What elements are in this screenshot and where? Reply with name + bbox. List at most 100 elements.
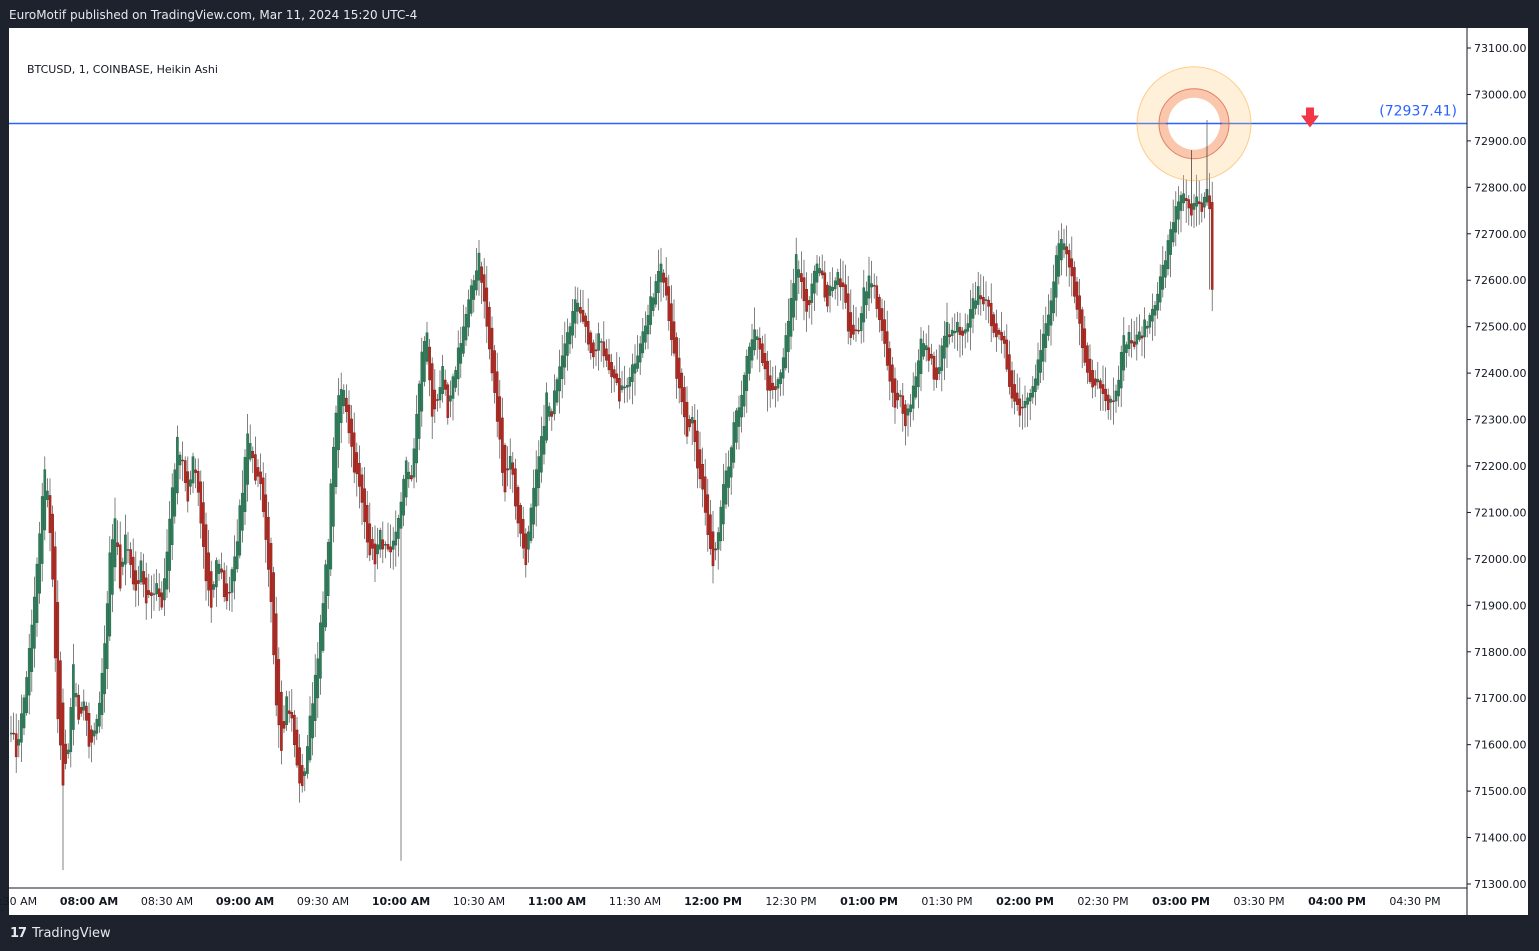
candle-down bbox=[433, 389, 437, 410]
candle-up bbox=[311, 703, 314, 739]
candle-down bbox=[1210, 202, 1214, 290]
candle-down bbox=[989, 303, 993, 327]
candle-up bbox=[750, 339, 754, 361]
candle-down bbox=[805, 289, 808, 312]
candle-up bbox=[532, 487, 535, 525]
candle-up bbox=[451, 376, 455, 399]
candle-up bbox=[644, 325, 647, 343]
candle-down bbox=[586, 321, 590, 345]
candle-down bbox=[363, 488, 366, 522]
candle-down bbox=[823, 272, 827, 298]
candle-up bbox=[722, 484, 725, 525]
candle-up bbox=[956, 321, 959, 333]
candle-up bbox=[248, 443, 252, 460]
price-tick-label: 71600.00 bbox=[1474, 739, 1527, 752]
candle-up bbox=[719, 506, 723, 542]
price-chart[interactable]: (72937.41) 73100.00 73000.00 72900.00 72800… bbox=[0, 0, 1539, 951]
candle-up bbox=[402, 478, 405, 516]
candle-up bbox=[1135, 334, 1139, 345]
candle-down bbox=[160, 592, 164, 608]
candle-up bbox=[781, 357, 785, 379]
candle-up bbox=[217, 563, 221, 574]
candle-down bbox=[948, 334, 951, 338]
candle-up bbox=[1182, 193, 1185, 204]
candle-up bbox=[173, 469, 177, 517]
time-tick-label: 03:00 PM bbox=[1152, 895, 1210, 908]
tradingview-logo[interactable]: 17 TradingView bbox=[10, 926, 111, 941]
tradingview-logo-icon: 17 bbox=[10, 926, 27, 941]
candle-down bbox=[880, 308, 884, 331]
footer-bar: 17 TradingView bbox=[0, 915, 1539, 951]
candle-down bbox=[883, 319, 886, 344]
candle-up bbox=[599, 341, 603, 343]
candle-up bbox=[828, 285, 832, 296]
candle-down bbox=[181, 459, 184, 462]
candle-down bbox=[53, 546, 57, 659]
candle-down bbox=[261, 477, 265, 512]
arrow-down-icon[interactable] bbox=[1301, 107, 1319, 128]
candle-up bbox=[178, 454, 182, 466]
candle-down bbox=[1067, 250, 1071, 268]
candle-up bbox=[1151, 308, 1154, 322]
candle-up bbox=[620, 385, 624, 390]
candle-down bbox=[147, 590, 151, 595]
candle-up bbox=[690, 417, 694, 424]
candle-up bbox=[1161, 264, 1165, 290]
candle-down bbox=[87, 713, 91, 747]
candle-up bbox=[792, 283, 795, 318]
candle-up bbox=[472, 280, 476, 300]
candle-down bbox=[664, 277, 668, 296]
candle-down bbox=[667, 286, 671, 321]
candles-layer bbox=[10, 119, 1214, 871]
candle-down bbox=[997, 330, 1001, 335]
candle-up bbox=[945, 322, 949, 348]
candle-down bbox=[878, 296, 881, 320]
candle-down bbox=[194, 469, 197, 473]
price-tick-label: 72500.00 bbox=[1474, 321, 1527, 334]
candle-up bbox=[625, 385, 629, 388]
candle-up bbox=[176, 436, 179, 494]
time-tick-label: 02:30 PM bbox=[1077, 895, 1128, 908]
candle-up bbox=[235, 541, 239, 570]
candle-down bbox=[485, 287, 489, 327]
candle-down bbox=[758, 337, 762, 350]
candle-up bbox=[412, 448, 416, 478]
candle-up bbox=[329, 483, 333, 570]
candle-up bbox=[651, 297, 655, 311]
candle-up bbox=[332, 446, 335, 527]
candle-up bbox=[641, 331, 645, 354]
candle-down bbox=[368, 523, 372, 556]
candle-up bbox=[342, 390, 346, 407]
candle-down bbox=[371, 539, 374, 549]
candle-down bbox=[298, 747, 301, 784]
candle-down bbox=[1187, 199, 1191, 209]
candle-up bbox=[103, 643, 106, 695]
candle-up bbox=[862, 287, 866, 323]
candle-up bbox=[1122, 335, 1126, 371]
candle-down bbox=[358, 462, 361, 487]
time-tick-label: 11:30 AM bbox=[609, 895, 661, 908]
candle-up bbox=[953, 331, 957, 334]
candle-up bbox=[542, 425, 546, 455]
candle-down bbox=[672, 321, 676, 354]
candle-down bbox=[381, 539, 385, 550]
candle-down bbox=[59, 660, 62, 746]
candle-up bbox=[464, 314, 468, 341]
candle-up bbox=[230, 569, 234, 593]
candle-up bbox=[937, 367, 941, 374]
candle-down bbox=[706, 494, 710, 535]
candle-down bbox=[1093, 378, 1097, 386]
candle-up bbox=[72, 664, 75, 730]
candle-up bbox=[10, 732, 13, 735]
candle-down bbox=[345, 397, 348, 413]
candle-down bbox=[714, 548, 717, 551]
candle-down bbox=[222, 570, 226, 598]
candle-up bbox=[898, 394, 902, 397]
candle-up bbox=[865, 291, 868, 306]
candle-down bbox=[1010, 370, 1014, 399]
candle-down bbox=[186, 471, 190, 502]
candle-up bbox=[326, 542, 330, 597]
candle-down bbox=[1073, 267, 1076, 297]
candle-down bbox=[199, 481, 203, 524]
candle-up bbox=[126, 549, 130, 551]
